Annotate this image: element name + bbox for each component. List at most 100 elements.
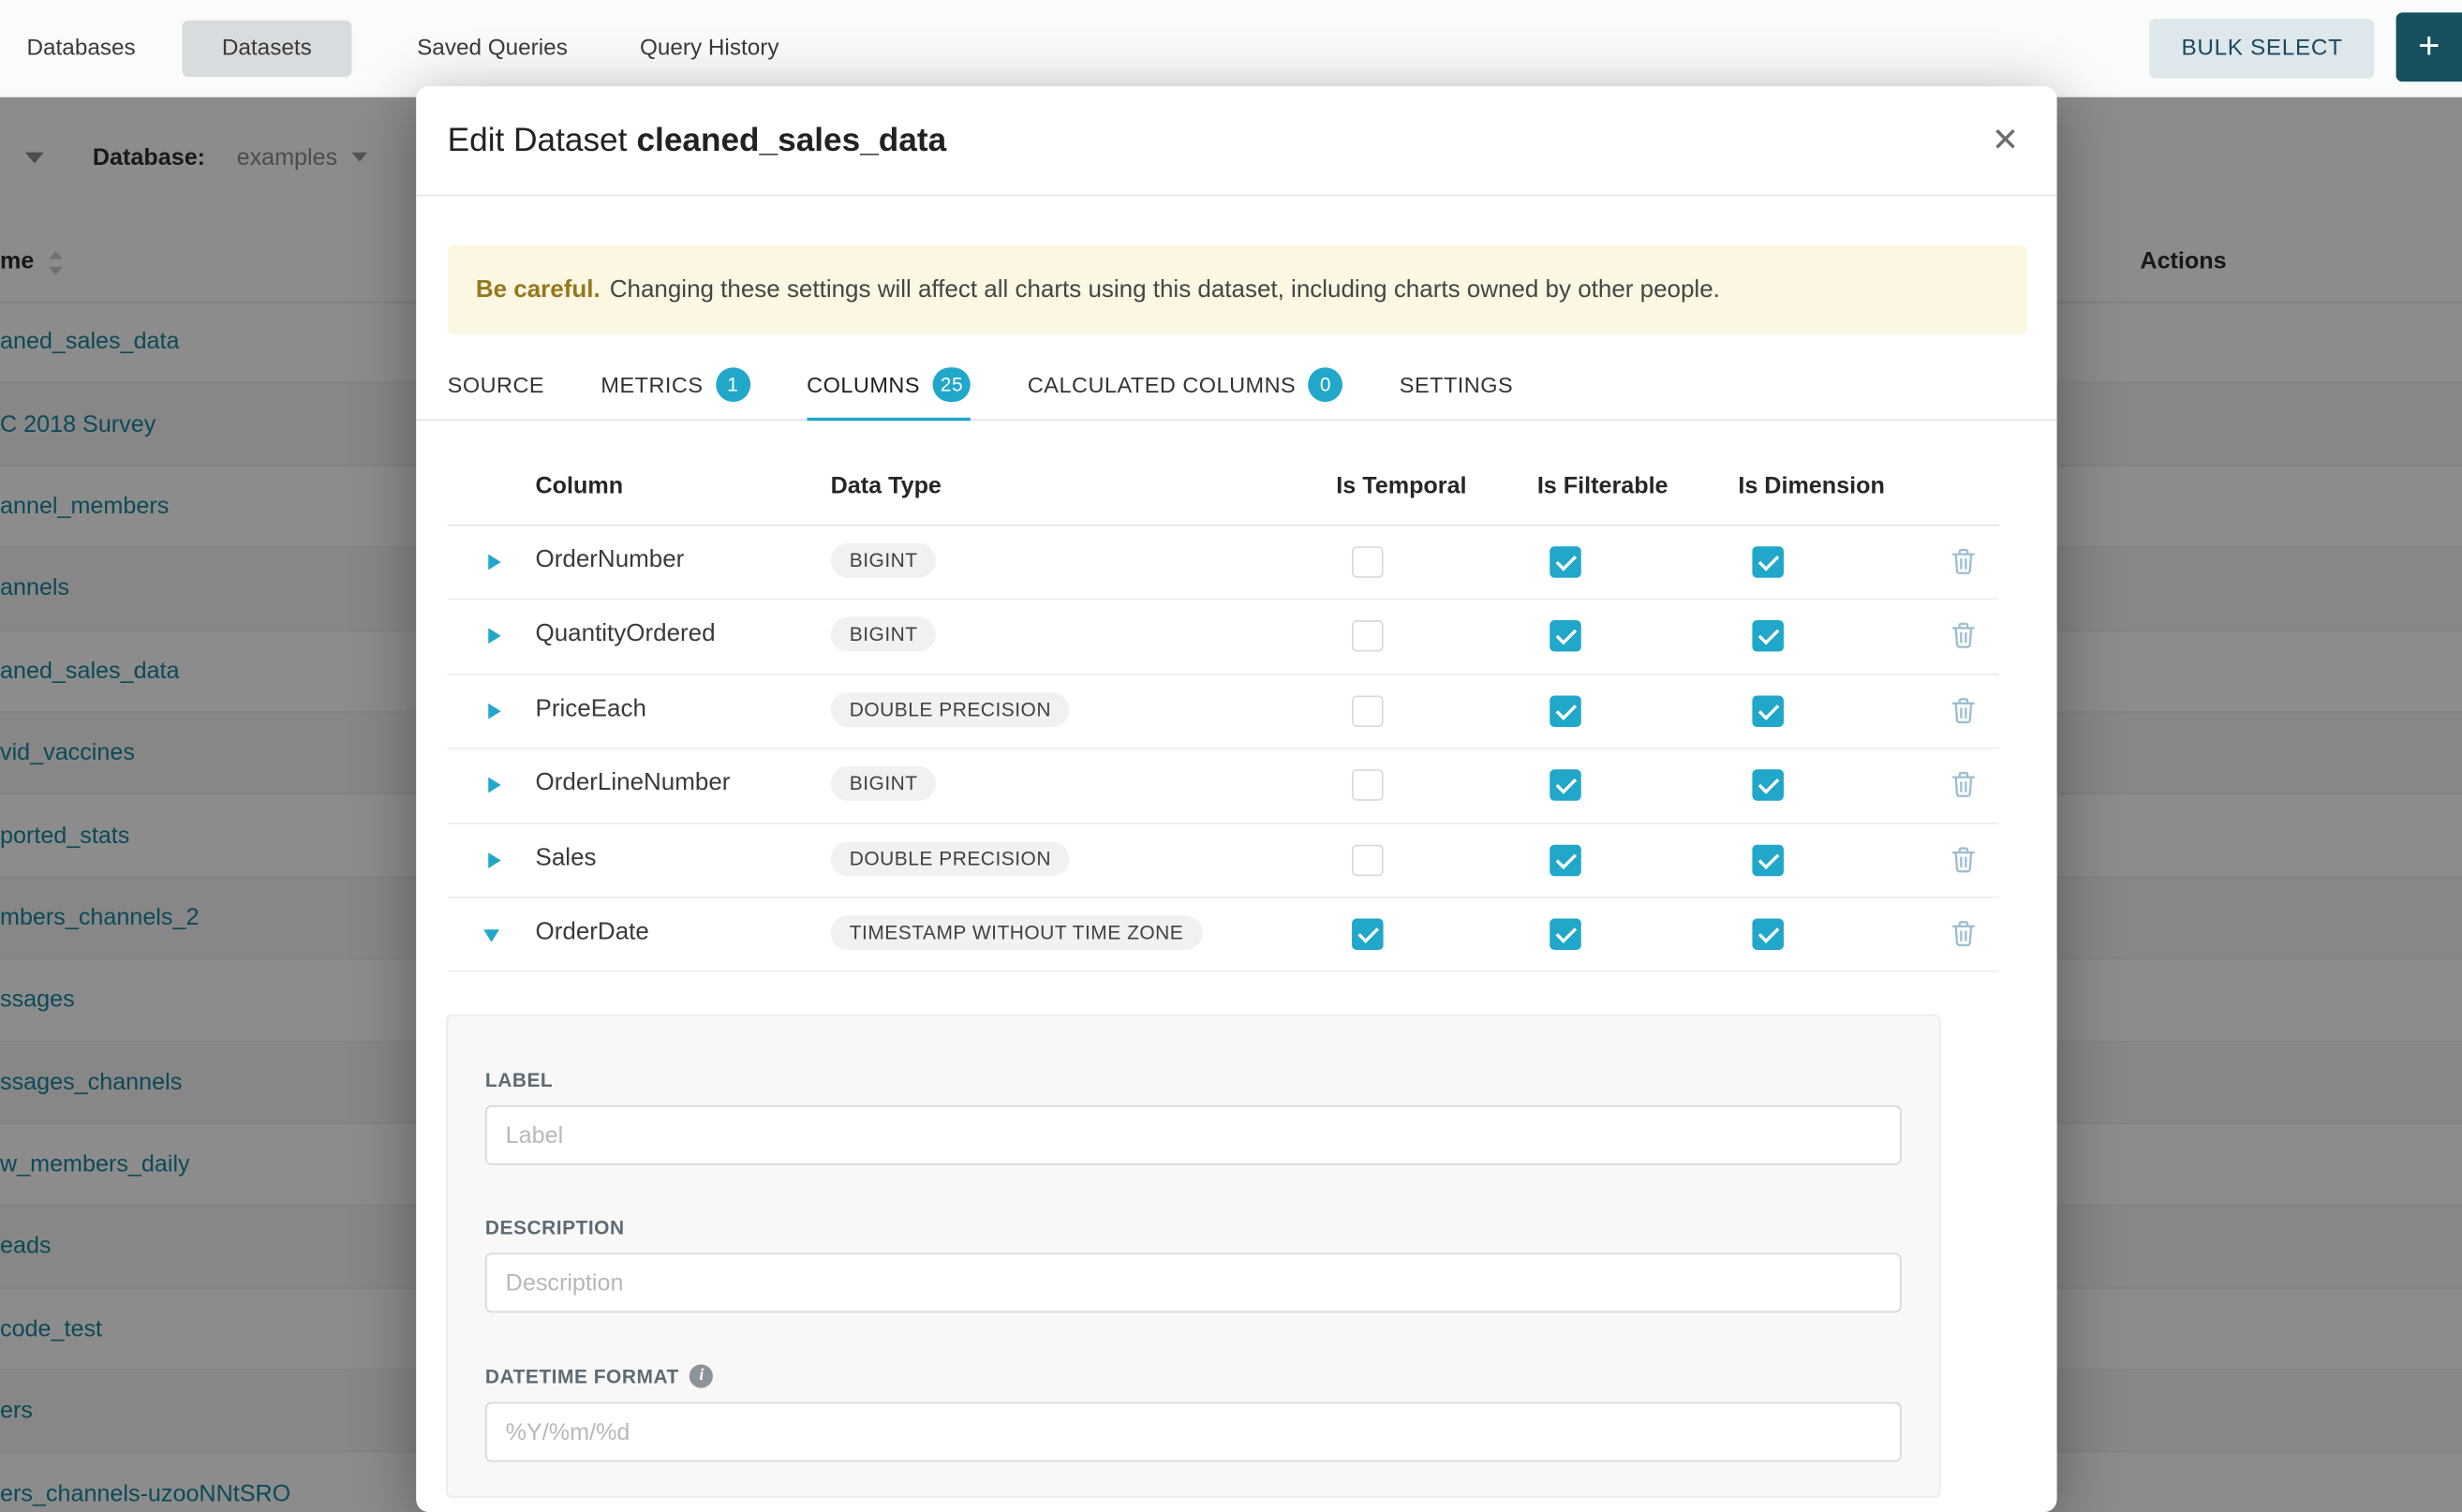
tab-calculated-columns[interactable]: CALCULATED COLUMNS 0 <box>1028 350 1343 421</box>
column-type-badge: BIGINT <box>831 617 937 652</box>
is-temporal-checkbox[interactable] <box>1352 770 1384 802</box>
tab-settings[interactable]: SETTINGS <box>1400 350 1513 421</box>
edit-dataset-modal: Edit Datasetcleaned_sales_data ✕ Be care… <box>416 86 2056 1512</box>
data-type-header: Data Type <box>831 472 942 498</box>
expand-caret-icon[interactable] <box>488 703 500 719</box>
modal-title: Edit Datasetcleaned_sales_data <box>448 122 946 159</box>
tab-label: COLUMNS <box>807 371 920 396</box>
label-field-label-text: LABEL <box>485 1070 553 1091</box>
is-dimension-checkbox[interactable] <box>1752 844 1784 876</box>
modal-title-prefix: Edit Dataset <box>448 122 628 158</box>
expand-caret-icon[interactable] <box>488 629 500 645</box>
is-filterable-checkbox[interactable] <box>1550 546 1581 578</box>
column-type-badge: BIGINT <box>831 543 937 578</box>
top-nav: Databases Datasets Saved Queries Query H… <box>0 0 2462 97</box>
column-type-badge: DOUBLE PRECISION <box>831 692 1071 727</box>
column-name: OrderDate <box>536 918 649 946</box>
warning-banner-text: Changing these settings will affect all … <box>610 275 1720 304</box>
is-filterable-checkbox[interactable] <box>1550 695 1581 727</box>
collapse-caret-icon[interactable] <box>483 929 499 941</box>
column-type-badge: BIGINT <box>831 766 937 801</box>
is-dimension-checkbox[interactable] <box>1752 918 1784 950</box>
is-filterable-checkbox[interactable] <box>1550 918 1581 950</box>
tab-label: SETTINGS <box>1400 371 1513 396</box>
is-dimension-checkbox[interactable] <box>1752 695 1784 727</box>
columns-table-header: Column Data Type Is Temporal Is Filterab… <box>448 421 1999 526</box>
columns-count-badge: 25 <box>932 366 971 401</box>
column-name: OrderNumber <box>536 546 685 574</box>
is-temporal-checkbox[interactable] <box>1352 546 1384 578</box>
datetime-format-field-label: DATETIME FORMAT i <box>485 1365 1902 1388</box>
warning-banner: Be careful. Changing these settings will… <box>448 245 2027 334</box>
app-screen: Databases Datasets Saved Queries Query H… <box>0 0 2462 1512</box>
column-row: Sales DOUBLE PRECISION <box>448 823 1999 897</box>
column-type-badge: DOUBLE PRECISION <box>831 841 1071 876</box>
column-name: OrderLineNumber <box>536 770 731 798</box>
column-name: QuantityOrdered <box>536 621 716 649</box>
description-field-label: DESCRIPTION <box>485 1217 1902 1238</box>
plus-icon: + <box>2418 25 2440 67</box>
modal-tabs: SOURCE METRICS 1 COLUMNS 25 CALCULATED C… <box>416 350 2056 421</box>
calculated-columns-count-badge: 0 <box>1309 366 1343 401</box>
is-dimension-checkbox[interactable] <box>1752 546 1784 578</box>
is-temporal-checkbox[interactable] <box>1352 621 1384 653</box>
tab-label: METRICS <box>601 371 703 396</box>
delete-column-button[interactable] <box>1951 622 1975 648</box>
is-temporal-checkbox[interactable] <box>1352 918 1384 950</box>
is-filterable-checkbox[interactable] <box>1550 621 1581 653</box>
column-row: OrderLineNumber BIGINT <box>448 749 1999 823</box>
is-temporal-header: Is Temporal <box>1336 472 1466 498</box>
label-input[interactable] <box>485 1105 1902 1165</box>
is-temporal-checkbox[interactable] <box>1352 844 1384 876</box>
column-name: Sales <box>536 844 597 872</box>
column-type-badge: TIMESTAMP WITHOUT TIME ZONE <box>831 915 1203 950</box>
add-dataset-button[interactable]: + <box>2396 12 2462 82</box>
close-icon[interactable]: ✕ <box>1992 124 2020 156</box>
delete-column-button[interactable] <box>1951 920 1975 946</box>
column-row: QuantityOrdered BIGINT <box>448 600 1999 674</box>
delete-column-button[interactable] <box>1951 771 1975 797</box>
column-name: PriceEach <box>536 695 646 723</box>
scale-wrapper: Databases Datasets Saved Queries Query H… <box>0 0 2462 1512</box>
is-temporal-checkbox[interactable] <box>1352 695 1384 727</box>
metrics-count-badge: 1 <box>716 366 750 401</box>
nav-tab-datasets[interactable]: Datasets <box>183 20 351 76</box>
description-field-label-text: DESCRIPTION <box>485 1217 625 1238</box>
info-icon[interactable]: i <box>690 1365 714 1388</box>
delete-column-button[interactable] <box>1951 846 1975 872</box>
expand-caret-icon[interactable] <box>488 852 500 867</box>
label-field-group: LABEL <box>485 1070 1902 1165</box>
expand-caret-icon[interactable] <box>488 555 500 571</box>
tab-label: SOURCE <box>448 371 544 396</box>
column-row-expanded: OrderDate TIMESTAMP WITHOUT TIME ZONE <box>448 898 1999 972</box>
delete-column-button[interactable] <box>1951 697 1975 723</box>
tab-source[interactable]: SOURCE <box>448 350 544 421</box>
modal-header: Edit Datasetcleaned_sales_data ✕ <box>416 86 2056 196</box>
is-dimension-checkbox[interactable] <box>1752 770 1784 802</box>
column-detail-panel: LABEL DESCRIPTION DATETIME FORMAT i <box>446 1015 1941 1498</box>
label-field-label: LABEL <box>485 1070 1902 1091</box>
datetime-format-field-group: DATETIME FORMAT i <box>485 1365 1902 1462</box>
is-filterable-checkbox[interactable] <box>1550 844 1581 876</box>
datetime-format-input[interactable] <box>485 1402 1902 1462</box>
is-dimension-checkbox[interactable] <box>1752 621 1784 653</box>
expand-caret-icon[interactable] <box>488 778 500 793</box>
is-filterable-header: Is Filterable <box>1537 472 1669 498</box>
modal-title-dataset-name: cleaned_sales_data <box>636 122 946 158</box>
description-input[interactable] <box>485 1253 1902 1313</box>
column-row: PriceEach DOUBLE PRECISION <box>448 674 1999 749</box>
datetime-format-label-text: DATETIME FORMAT <box>485 1366 679 1387</box>
bulk-select-button[interactable]: BULK SELECT <box>2150 18 2374 78</box>
tab-label: CALCULATED COLUMNS <box>1028 371 1296 396</box>
is-filterable-checkbox[interactable] <box>1550 770 1581 802</box>
is-dimension-header: Is Dimension <box>1738 472 1884 498</box>
tab-columns[interactable]: COLUMNS 25 <box>807 350 971 421</box>
nav-tab-query-history[interactable]: Query History <box>633 20 785 76</box>
tab-metrics[interactable]: METRICS 1 <box>601 350 749 421</box>
column-header: Column <box>536 472 624 498</box>
delete-column-button[interactable] <box>1951 548 1975 574</box>
nav-tab-saved-queries[interactable]: Saved Queries <box>410 20 573 76</box>
column-row: OrderNumber BIGINT <box>448 526 1999 600</box>
nav-tab-databases[interactable]: Databases <box>21 20 142 76</box>
columns-table-body: OrderNumber BIGINT QuantityOrdered BIGIN… <box>416 526 2056 972</box>
